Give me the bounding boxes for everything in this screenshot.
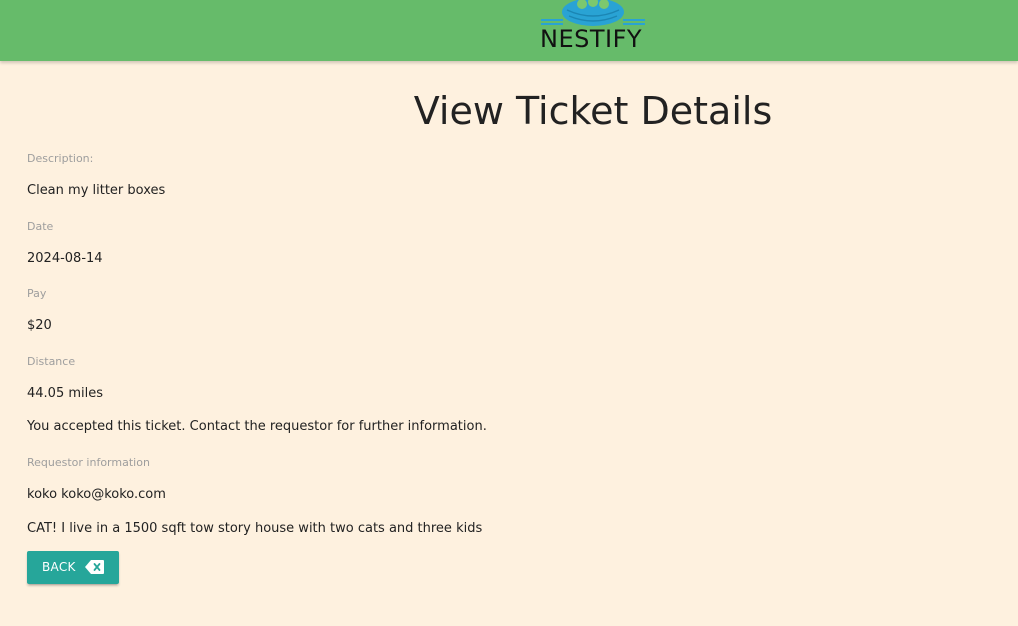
backspace-icon: [85, 560, 104, 574]
brand[interactable]: NESTIFY: [539, 0, 647, 61]
description-value: Clean my litter boxes: [27, 183, 166, 198]
requestor-label: Requestor information: [27, 456, 150, 469]
back-button-label: BACK: [42, 560, 76, 574]
pay-label: Pay: [27, 287, 47, 300]
page-title: View Ticket Details: [413, 89, 773, 133]
status-message: You accepted this ticket. Contact the re…: [27, 419, 487, 434]
date-label: Date: [27, 220, 54, 233]
top-navbar: NESTIFY: [0, 0, 1018, 61]
brand-name: NESTIFY: [540, 25, 643, 53]
distance-value: 44.05 miles: [27, 386, 104, 401]
requestor-value: koko koko@koko.com: [27, 487, 166, 502]
distance-label: Distance: [27, 355, 76, 368]
requestor-details: CAT! I live in a 1500 sqft tow story hou…: [27, 521, 483, 536]
pay-value: $20: [27, 318, 52, 333]
description-label: Description:: [27, 152, 94, 165]
date-value: 2024-08-14: [27, 251, 103, 266]
back-button[interactable]: BACK: [27, 551, 119, 584]
